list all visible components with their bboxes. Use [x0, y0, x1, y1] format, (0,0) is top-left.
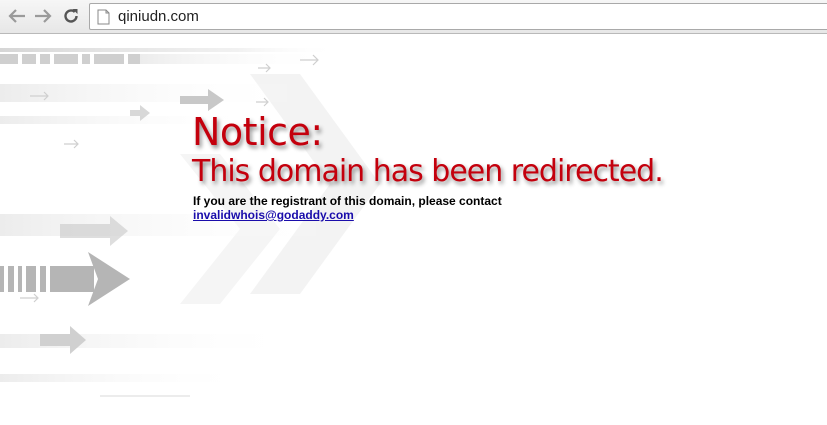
browser-toolbar: qiniudn.com	[0, 0, 827, 34]
reload-button[interactable]	[60, 5, 82, 27]
page-content: Notice: This domain has been redirected.…	[0, 34, 827, 425]
address-bar[interactable]: qiniudn.com	[89, 3, 827, 30]
forward-arrow-icon	[35, 9, 52, 23]
page-icon	[97, 9, 110, 25]
notice-subheading: This domain has been redirected.	[192, 154, 664, 189]
notice-heading: Notice:	[192, 110, 323, 154]
background-arrows-graphic	[0, 48, 380, 397]
url-text: qiniudn.com	[118, 8, 199, 25]
contact-instructions: If you are the registrant of this domain…	[193, 194, 502, 208]
forward-button[interactable]	[32, 5, 54, 27]
back-arrow-icon	[8, 9, 25, 23]
contact-email-link[interactable]: invalidwhois@godaddy.com	[193, 208, 354, 222]
back-button[interactable]	[6, 5, 28, 27]
reload-icon	[64, 9, 78, 23]
